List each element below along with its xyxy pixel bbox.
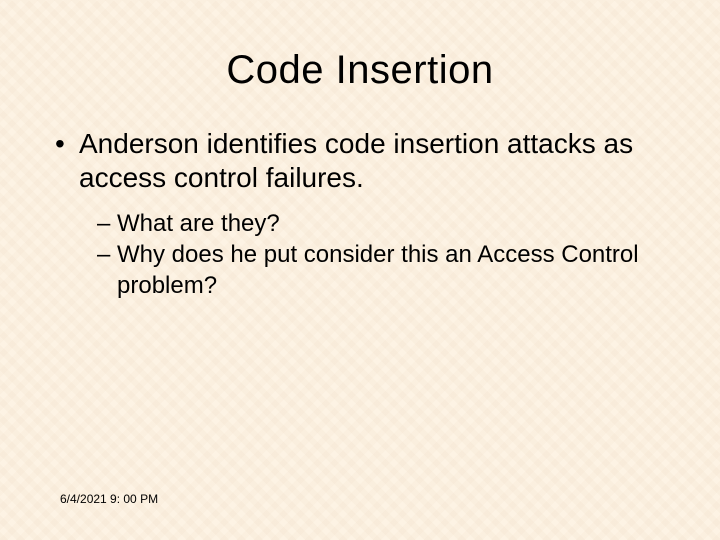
bullet-marker: • (55, 127, 79, 161)
sub-bullet-item: – What are they? (97, 209, 665, 240)
dash-icon: – (97, 240, 117, 271)
slide-body: • Anderson identifies code insertion att… (0, 127, 720, 301)
bullet-text: Anderson identifies code insertion attac… (79, 127, 665, 195)
footer-timestamp: 6/4/2021 9: 00 PM (60, 492, 158, 506)
dash-icon: – (97, 209, 117, 240)
slide-title: Code Insertion (0, 0, 720, 93)
sub-bullet-list: – What are they? – Why does he put consi… (55, 209, 665, 301)
sub-bullet-item: – Why does he put consider this an Acces… (97, 240, 665, 301)
slide: Code Insertion • Anderson identifies cod… (0, 0, 720, 540)
sub-bullet-text: What are they? (117, 209, 665, 240)
bullet-item: • Anderson identifies code insertion att… (55, 127, 665, 195)
sub-bullet-text: Why does he put consider this an Access … (117, 240, 665, 301)
